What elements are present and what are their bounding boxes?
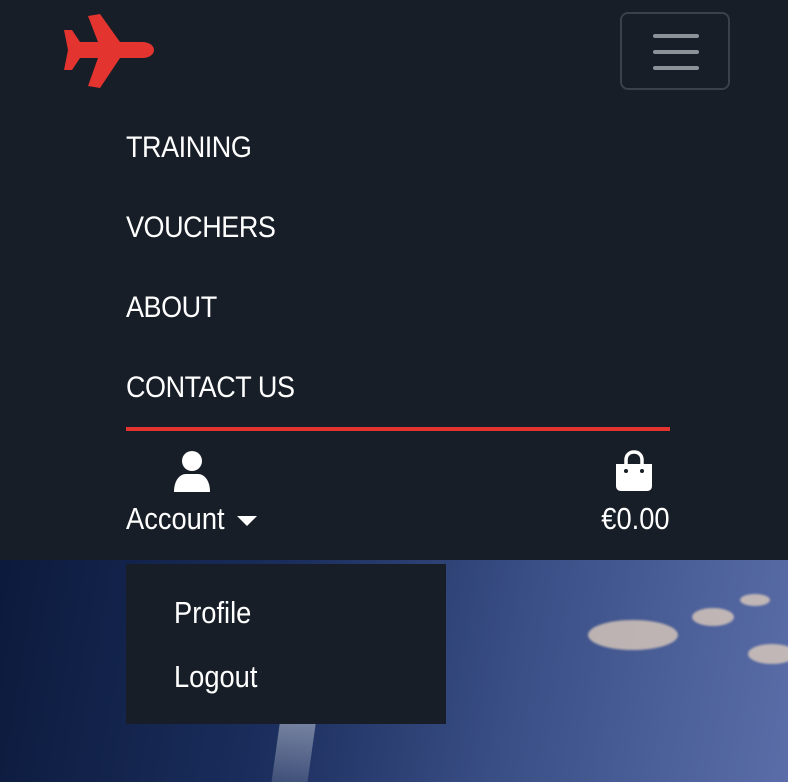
shopping-bag-icon [616,450,652,491]
nav-link-training[interactable]: TRAINING [126,110,616,190]
account-label: Account [126,501,225,536]
nav-item-training: TRAINING [126,110,670,190]
nav-link-contact-us[interactable]: CONTACT US [126,350,616,430]
bag-total: €0.00 [601,501,670,536]
nav-item-about: ABOUT [126,270,670,350]
brand-logo-link[interactable] [58,10,156,96]
nav-item-contact-us: CONTACT US [126,350,670,430]
navbar-toggler-button[interactable] [620,12,730,90]
nav-divider [126,427,670,431]
user-icon [174,451,210,492]
account-dropdown-menu: Profile Logout [126,564,446,724]
nav-link-vouchers[interactable]: VOUCHERS [126,190,616,270]
account-dropdown-toggle[interactable]: Account [126,448,276,540]
dropdown-item-logout[interactable]: Logout [174,658,257,696]
caret-down-icon [237,516,257,526]
dropdown-item-profile[interactable]: Profile [174,594,251,632]
page: TRAINING VOUCHERS ABOUT CONTACT US Accou… [0,0,788,782]
shopping-bag-link[interactable]: €0.00 [592,448,672,540]
nav-link-about[interactable]: ABOUT [126,270,616,350]
nav-item-vouchers: VOUCHERS [126,190,670,270]
airplane-icon [64,14,154,88]
main-navbar: TRAINING VOUCHERS ABOUT CONTACT US Accou… [0,0,788,560]
nav-links: TRAINING VOUCHERS ABOUT CONTACT US [126,110,670,430]
